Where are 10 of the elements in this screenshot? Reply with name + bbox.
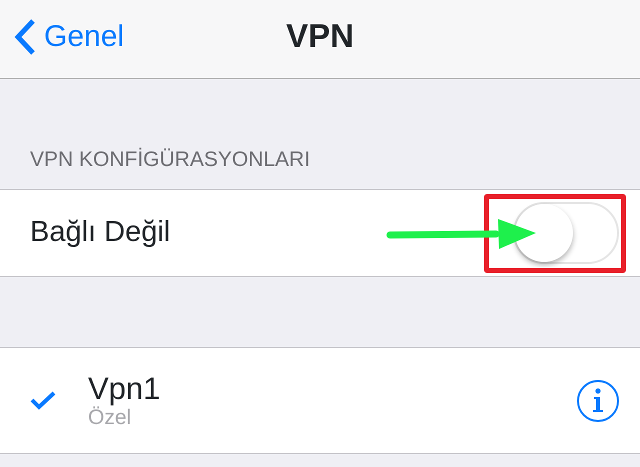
back-button[interactable]: Genel: [14, 18, 124, 56]
configuration-name: Vpn1: [88, 372, 160, 406]
configuration-type: Özel: [88, 406, 132, 430]
screen-title: VPN: [286, 16, 354, 56]
info-icon[interactable]: [576, 378, 620, 422]
status-label: Bağlı Değil: [30, 215, 170, 250]
section-header: VPN KONFİGÜRASYONLARI: [30, 147, 310, 170]
back-chevron-icon: [14, 18, 36, 56]
vpn-toggle[interactable]: [513, 202, 619, 264]
configuration-row[interactable]: Vpn1 Özel: [0, 348, 640, 453]
